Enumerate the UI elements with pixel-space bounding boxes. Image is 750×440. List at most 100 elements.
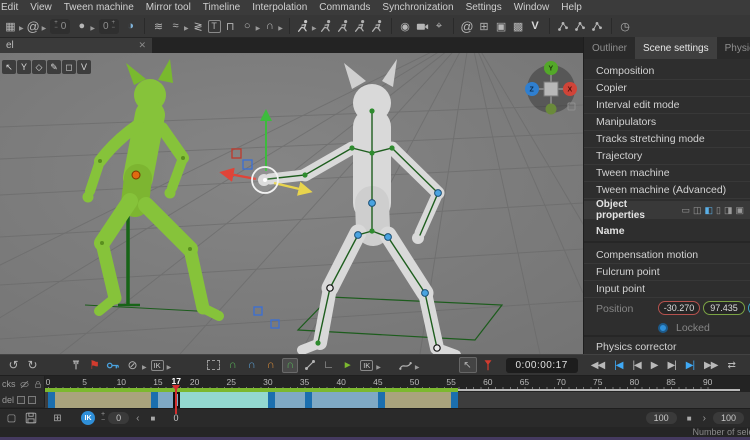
physics-joints-3-icon[interactable] (590, 18, 605, 35)
loop-button[interactable]: ⇄ (727, 360, 735, 371)
position-y-field[interactable]: 97.435 (703, 301, 745, 315)
animation-mode-icon[interactable] (296, 18, 311, 35)
track-segment-olive[interactable] (385, 392, 451, 408)
row-input-point[interactable]: Input point (584, 281, 750, 298)
panel-item-copier[interactable]: Copier (584, 80, 750, 97)
ik-mode-button[interactable]: IK (150, 357, 165, 373)
undo-circle-icon[interactable]: ↺ (6, 357, 21, 373)
track-segments[interactable] (45, 392, 750, 408)
volume-select-icon[interactable]: ◻ (62, 60, 76, 74)
animation-mode-3-icon[interactable] (336, 18, 351, 35)
curve-icon[interactable]: ≈ (168, 18, 183, 35)
physics-joints-2-icon[interactable] (573, 18, 588, 35)
dropdown-caret-icon[interactable]: ▶ (278, 25, 283, 32)
dropdown-caret-icon[interactable]: ▶ (312, 25, 317, 32)
camera-icon[interactable] (415, 18, 430, 35)
track-segment-key[interactable] (151, 392, 158, 408)
tab-scene-settings[interactable]: Scene settings (635, 37, 717, 59)
track-segment-teal[interactable] (180, 392, 268, 408)
copy-frame-icon[interactable]: ▢ (4, 410, 19, 426)
dropdown-caret-icon[interactable]: ▶ (19, 25, 24, 32)
v-select-icon[interactable]: V (77, 60, 91, 74)
ik-toggle-button[interactable]: IK (81, 411, 95, 425)
menu-settings[interactable]: Settings (466, 2, 502, 13)
green-arrow-icon[interactable]: ► (340, 357, 355, 373)
dropdown-caret-icon[interactable]: ▶ (415, 364, 420, 371)
scene-grid-icon[interactable]: ▦ (3, 18, 18, 35)
key-icon[interactable] (106, 357, 121, 373)
menu-window[interactable]: Window (514, 2, 550, 13)
track-segment-key[interactable] (268, 392, 275, 408)
track-segment-blue[interactable] (275, 392, 304, 408)
track-segment-key[interactable] (305, 392, 312, 408)
track-segment-key[interactable] (451, 392, 458, 408)
animation-mode-5-icon[interactable] (370, 18, 385, 35)
ik-fk-button[interactable]: IK (359, 357, 374, 373)
trajectory-icon[interactable] (398, 357, 413, 373)
panel-item-tracks-stretching-mode[interactable]: Tracks stretching mode (584, 131, 750, 148)
tracks-window-icon[interactable]: ≋ (151, 18, 166, 35)
polygon-select-icon[interactable]: ◇ (32, 60, 46, 74)
bone-icon[interactable] (302, 357, 317, 373)
pen-select-icon[interactable]: ✎ (47, 60, 61, 74)
panel-item-composition[interactable]: Composition (584, 63, 750, 80)
text-tool-icon[interactable]: T (208, 20, 221, 33)
frame-stepper[interactable]: +− (101, 412, 105, 424)
total-frames-field[interactable]: 100 (713, 412, 744, 424)
row-physics-corrector[interactable]: Physics corrector (584, 339, 750, 354)
dropdown-caret-icon[interactable]: ▶ (42, 25, 47, 32)
document-tab[interactable]: el ✕ (0, 38, 152, 53)
circle-tool-icon[interactable]: ○ (240, 18, 255, 35)
flag-icon[interactable]: ⚑ (87, 357, 102, 373)
position-x-field[interactable]: -30.270 (658, 301, 700, 315)
lasso-tool-icon[interactable]: Y (17, 60, 31, 74)
frame-offset-value[interactable]: 0 (108, 412, 129, 424)
panel-item-interval-edit-mode[interactable]: Interval edit mode (584, 97, 750, 114)
interp-arc-green-icon[interactable]: ∩ (225, 357, 240, 373)
panel-item-tween-machine[interactable]: Tween machine (584, 165, 750, 182)
size-spinner[interactable]: 0+− (99, 19, 119, 34)
select-arrow-icon[interactable]: ↖ (2, 60, 16, 74)
tab-outliner[interactable]: Outliner (584, 37, 635, 59)
arc-tool-icon[interactable]: ∩ (262, 18, 277, 35)
props-mirror-icon[interactable]: ◫ (693, 205, 702, 216)
panel-item-trajectory[interactable]: Trajectory (584, 148, 750, 165)
track-checkbox-2[interactable] (28, 396, 36, 404)
tolerance-spinner[interactable]: +−0 (50, 19, 70, 34)
panel-item-tween-machine-advanced[interactable]: Tween machine (Advanced) (584, 182, 750, 199)
dropdown-caret-icon[interactable]: ▶ (184, 25, 189, 32)
row-compensation-motion[interactable]: Compensation motion (584, 247, 750, 264)
point-mode-icon[interactable]: ● (74, 18, 89, 35)
target-icon[interactable]: ◉ (398, 18, 413, 35)
props-split-icon[interactable]: ◨ (724, 205, 733, 216)
track-segment-key[interactable] (48, 392, 55, 408)
menu-tween-machine[interactable]: Tween machine (64, 2, 134, 13)
next-frame-button[interactable]: ▶| (667, 360, 675, 371)
visibility-icon[interactable] (19, 379, 30, 390)
props-link-icon[interactable]: ▭ (681, 205, 690, 216)
focus-frame-icon[interactable]: ⌖ (432, 18, 447, 35)
prev-frame-button[interactable]: |◀ (632, 360, 640, 371)
track-segment-olive[interactable] (55, 392, 150, 408)
spiral-icon[interactable]: @ (460, 18, 475, 35)
animation-mode-4-icon[interactable] (353, 18, 368, 35)
track-segment-key[interactable] (378, 392, 385, 408)
animation-mode-2-icon[interactable] (319, 18, 334, 35)
physics-joints-icon[interactable] (556, 18, 571, 35)
menu-edit[interactable]: Edit (1, 2, 18, 13)
redo-circle-icon[interactable]: ↻ (25, 357, 40, 373)
next-keyframe-button[interactable]: ▶| (686, 360, 694, 371)
viewport-3d[interactable]: ↖ Y ◇ ✎ ◻ V (0, 53, 583, 354)
menu-timeline[interactable]: Timeline (203, 2, 240, 13)
interp-arc-active-icon[interactable]: ∩ (282, 358, 298, 373)
ruler-labels[interactable]: 051015202530354045505560657075808590 (45, 376, 750, 387)
panel-item-manipulators[interactable]: Manipulators (584, 114, 750, 131)
fast-backward-button[interactable]: ◀◀ (591, 360, 604, 371)
copy-layers-add-icon[interactable]: ▣ (494, 18, 509, 35)
track-segment-blue[interactable] (312, 392, 378, 408)
menu-mirror-tool[interactable]: Mirror tool (146, 2, 191, 13)
track-checkbox-1[interactable] (17, 396, 25, 404)
menu-commands[interactable]: Commands (319, 2, 370, 13)
sphere-shade-icon[interactable]: ◑ (123, 18, 138, 35)
dropdown-caret-icon[interactable]: ▶ (167, 364, 172, 371)
